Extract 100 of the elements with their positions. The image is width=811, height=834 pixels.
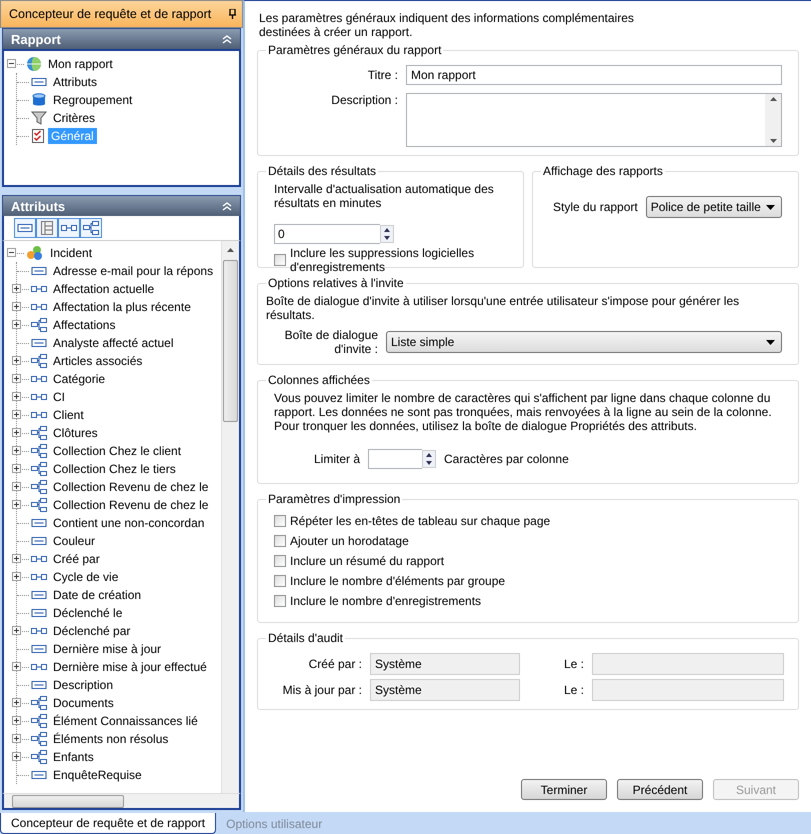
vertical-scrollbar[interactable] xyxy=(221,241,239,793)
tree-item[interactable]: Couleur xyxy=(50,533,98,549)
checkbox[interactable] xyxy=(274,575,286,587)
style-dropdown[interactable]: Police de petite taille xyxy=(646,196,782,218)
hierarchy-icon xyxy=(31,426,47,440)
tree-item[interactable]: Date de création xyxy=(50,587,144,603)
tree-item[interactable]: Enfants xyxy=(50,749,97,765)
checkbox[interactable] xyxy=(274,555,286,567)
expand-icon[interactable] xyxy=(12,734,21,743)
tree-item[interactable]: Documents xyxy=(50,695,117,711)
pin-icon[interactable] xyxy=(229,9,236,19)
tree-item[interactable]: Éléments non résolus xyxy=(50,731,172,747)
created-by-field[interactable]: Système xyxy=(370,653,520,675)
arrow-up-icon[interactable] xyxy=(227,248,234,252)
description-field[interactable] xyxy=(406,93,782,147)
expand-icon[interactable] xyxy=(12,302,21,311)
tree-item[interactable]: Dernière mise à jour xyxy=(50,641,164,657)
checkbox[interactable] xyxy=(274,535,286,547)
field-icon xyxy=(31,77,47,87)
expand-icon[interactable] xyxy=(12,428,21,437)
arrow-up-icon[interactable] xyxy=(770,97,776,101)
spinner-icon[interactable] xyxy=(422,450,436,468)
field-icon xyxy=(31,536,47,546)
tree-item[interactable]: Déclenché le xyxy=(50,605,126,621)
tree-item[interactable]: Catégorie xyxy=(50,371,108,387)
expand-icon[interactable] xyxy=(12,752,21,761)
expand-icon[interactable] xyxy=(12,320,21,329)
tree-item[interactable]: Cycle de vie xyxy=(50,569,122,585)
checkbox[interactable] xyxy=(274,595,286,607)
tree-item[interactable]: Mon rapport xyxy=(45,56,116,72)
tree-item[interactable]: Regroupement xyxy=(50,92,136,108)
expand-icon[interactable] xyxy=(12,500,21,509)
tree-item[interactable]: Critères xyxy=(50,110,98,126)
field-label: Description : xyxy=(330,93,398,107)
tree-item[interactable]: Créé par xyxy=(50,551,103,567)
expand-icon[interactable] xyxy=(12,716,21,725)
tree-item[interactable]: Affectation la plus récente xyxy=(50,299,194,315)
expand-icon[interactable] xyxy=(12,482,21,491)
expand-icon[interactable] xyxy=(12,464,21,473)
checkbox[interactable] xyxy=(274,515,286,527)
expand-icon[interactable] xyxy=(12,410,21,419)
collapse-panel-icon[interactable] xyxy=(222,34,232,44)
expand-icon[interactable] xyxy=(12,374,21,383)
wizard-button[interactable]: Terminer xyxy=(521,779,607,800)
tree-item[interactable]: Affectation actuelle xyxy=(50,281,158,297)
tree-item[interactable]: Incident xyxy=(47,245,96,261)
linked-fields-icon xyxy=(31,374,47,384)
expand-icon[interactable] xyxy=(12,446,21,455)
tree-item[interactable]: CI xyxy=(50,389,68,405)
date-field[interactable] xyxy=(592,653,784,675)
field-icon xyxy=(31,608,47,618)
collapse-panel-icon[interactable] xyxy=(222,202,232,210)
prompt-dropdown[interactable]: Liste simple xyxy=(386,331,782,353)
tree-item[interactable]: Élément Connaissances lié xyxy=(50,713,201,729)
expand-icon[interactable] xyxy=(12,554,21,563)
expand-icon[interactable] xyxy=(12,662,21,671)
expand-icon[interactable] xyxy=(12,698,21,707)
tree-item[interactable]: Clôtures xyxy=(50,425,101,441)
tree-item[interactable]: Affectations xyxy=(50,317,118,333)
expand-icon[interactable] xyxy=(12,626,21,635)
toolbar-button[interactable] xyxy=(80,218,102,238)
collapse-icon[interactable] xyxy=(7,248,16,257)
tree-item[interactable]: Attributs xyxy=(50,74,100,90)
tree-item[interactable]: Analyste affecté actuel xyxy=(50,335,177,351)
toolbar-button[interactable] xyxy=(36,218,58,238)
checkbox[interactable] xyxy=(274,254,286,266)
toolbar-button[interactable] xyxy=(14,218,36,238)
number-field[interactable] xyxy=(368,449,422,469)
tree-item[interactable]: Déclenché par xyxy=(50,623,134,639)
scrollbar-thumb[interactable] xyxy=(223,260,238,422)
updated-by-field[interactable]: Système xyxy=(370,679,520,701)
title-field[interactable]: Mon rapport xyxy=(406,65,782,85)
tree-item[interactable]: Client xyxy=(50,407,87,423)
expand-icon[interactable] xyxy=(12,356,21,365)
tree-item[interactable]: EnquêteRequise xyxy=(50,767,145,783)
tree-item[interactable]: Description xyxy=(50,677,116,693)
horizontal-scrollbar[interactable] xyxy=(2,793,241,810)
arrow-down-icon[interactable] xyxy=(770,139,776,143)
table-icon xyxy=(41,221,53,235)
tree-item[interactable]: Collection Revenu de chez le xyxy=(50,479,212,495)
globe-icon xyxy=(26,56,42,72)
tree-item[interactable]: Dernière mise à jour effectué xyxy=(50,659,210,675)
expand-icon[interactable] xyxy=(12,284,21,293)
wizard-button[interactable]: Précédent xyxy=(617,779,703,800)
expand-icon[interactable] xyxy=(12,572,21,581)
scrollbar-thumb[interactable] xyxy=(12,794,124,808)
toolbar-button[interactable] xyxy=(58,218,80,238)
expand-icon[interactable] xyxy=(12,392,21,401)
spinner-icon[interactable] xyxy=(380,225,394,243)
tree-item[interactable]: Contient une non-concordan xyxy=(50,515,208,531)
tree-item[interactable]: Adresse e-mail pour la répons xyxy=(50,263,216,279)
tree-item[interactable]: Articles associés xyxy=(50,353,146,369)
tab[interactable]: Concepteur de requête et de rapport xyxy=(0,813,216,834)
tree-item[interactable]: Collection Chez le client xyxy=(50,443,184,459)
number-field[interactable]: 0 xyxy=(274,224,380,244)
field-icon xyxy=(31,266,47,276)
collapse-icon[interactable] xyxy=(7,59,16,68)
tree-item[interactable]: Collection Chez le tiers xyxy=(50,461,179,477)
tree-item[interactable]: Collection Revenu de chez le xyxy=(50,497,212,513)
date-field[interactable] xyxy=(592,679,784,701)
